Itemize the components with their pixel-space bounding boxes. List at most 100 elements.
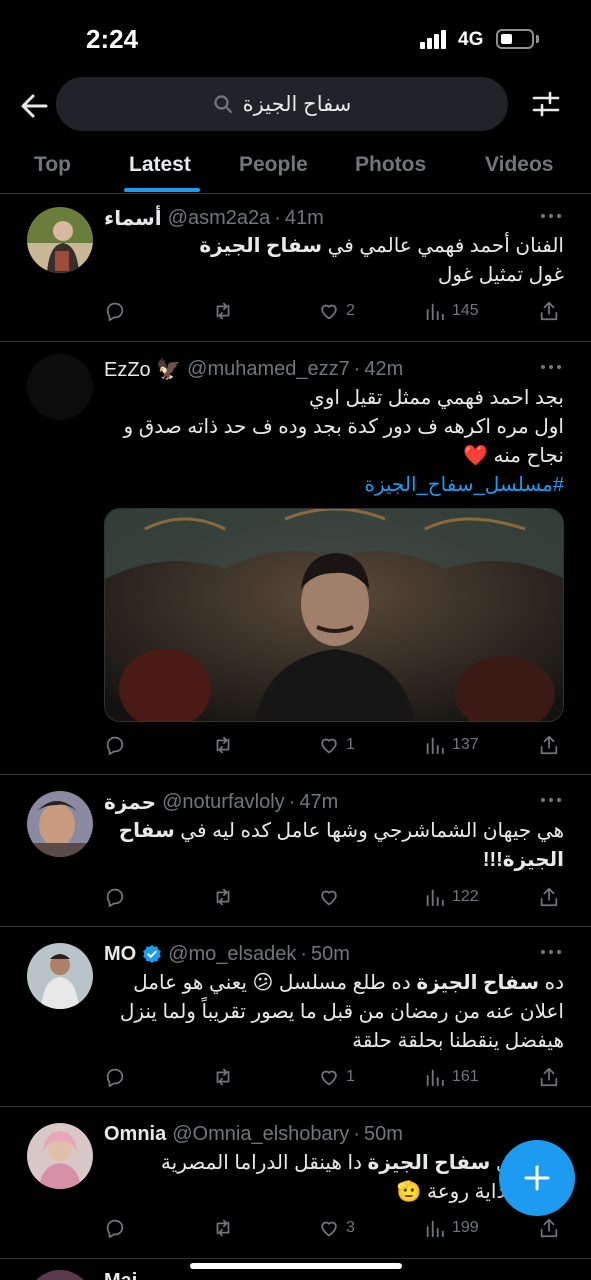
share-button[interactable] xyxy=(538,1214,560,1242)
like-count: 1 xyxy=(346,1068,355,1085)
display-name[interactable]: Omnia xyxy=(104,1123,166,1146)
share-button[interactable] xyxy=(538,731,560,759)
tweet-media-image[interactable] xyxy=(104,508,564,722)
display-name[interactable]: أسماء xyxy=(104,206,162,231)
like-button[interactable]: 1 xyxy=(318,1063,355,1091)
heart-icon xyxy=(321,890,337,906)
status-bar: 2:24 4G xyxy=(0,0,591,72)
reply-button[interactable] xyxy=(104,1063,126,1091)
tweet-time[interactable]: 41m xyxy=(285,207,324,230)
tweet-time[interactable]: 50m xyxy=(311,943,350,966)
back-arrow-icon[interactable] xyxy=(18,90,50,122)
more-options-icon[interactable] xyxy=(539,360,563,372)
like-button[interactable] xyxy=(318,883,340,911)
retweet-icon xyxy=(216,302,230,320)
retweet-button[interactable] xyxy=(212,883,234,911)
share-button[interactable] xyxy=(538,297,560,325)
views-chart-icon xyxy=(426,1220,444,1238)
view-count: 145 xyxy=(452,302,479,319)
view-count: 199 xyxy=(452,1219,479,1236)
tweet[interactable]: حمزة @noturfavloly · 47m هي جيهان الشماش… xyxy=(0,775,591,927)
search-query: سفاح الجيزة xyxy=(242,92,352,116)
views-button[interactable]: 137 xyxy=(424,731,479,759)
view-count: 161 xyxy=(452,1068,479,1085)
like-button[interactable]: 2 xyxy=(318,297,355,325)
tweet-text: هي جيهان الشماشرجي وشها عامل كده ليه في … xyxy=(118,820,564,871)
views-chart-icon xyxy=(426,1069,444,1087)
tab-top[interactable]: Top xyxy=(34,153,71,177)
tweet-time[interactable]: 42m xyxy=(364,358,403,381)
home-indicator[interactable] xyxy=(190,1263,402,1269)
more-options-icon[interactable] xyxy=(539,945,563,957)
avatar[interactable] xyxy=(27,1123,93,1189)
user-handle[interactable]: @asm2a2a xyxy=(168,207,271,230)
share-icon xyxy=(540,1067,558,1087)
user-handle[interactable]: @Omnia_elshobary xyxy=(172,1123,349,1146)
filter-sliders-icon[interactable] xyxy=(531,89,561,119)
views-button[interactable]: 122 xyxy=(424,883,479,911)
user-handle[interactable]: @mo_elsadek xyxy=(168,943,296,966)
tab-videos[interactable]: Videos xyxy=(485,153,553,177)
user-handle[interactable]: @muhamed_ezz7 xyxy=(187,358,350,381)
like-button[interactable]: 1 xyxy=(318,731,355,759)
search-tabs: Top Latest People Photos Videos xyxy=(0,138,591,194)
like-count: 2 xyxy=(346,302,355,319)
compose-tweet-button[interactable] xyxy=(499,1140,575,1216)
share-button[interactable] xyxy=(538,1063,560,1091)
reply-icon xyxy=(106,888,124,908)
like-count: 1 xyxy=(346,736,355,753)
heart-icon xyxy=(321,1070,337,1086)
views-button[interactable]: 199 xyxy=(424,1214,479,1242)
tweet-time[interactable]: 47m xyxy=(299,791,338,814)
reply-icon xyxy=(106,1219,124,1239)
share-button[interactable] xyxy=(538,883,560,911)
more-options-icon[interactable] xyxy=(539,793,563,805)
views-button[interactable]: 145 xyxy=(424,297,479,325)
reply-button[interactable] xyxy=(104,883,126,911)
more-options-icon[interactable] xyxy=(539,209,563,221)
hashtag-link[interactable]: #مسلسل_سفاح_الجيزة xyxy=(104,471,564,500)
tweet-actions: 2 145 xyxy=(104,297,564,325)
tweet-header: حمزة @noturfavloly · 47m xyxy=(104,790,339,815)
reply-button[interactable] xyxy=(104,297,126,325)
like-button[interactable]: 3 xyxy=(318,1214,355,1242)
user-handle[interactable]: @noturfavloly xyxy=(162,791,285,814)
reply-icon xyxy=(106,736,124,756)
avatar[interactable] xyxy=(27,207,93,273)
views-chart-icon xyxy=(426,303,444,321)
tweet-actions: 1 137 xyxy=(104,731,564,759)
tab-latest[interactable]: Latest xyxy=(129,153,191,177)
tweet[interactable]: أسماء @asm2a2a · 41m الفنان أحمد فهمي عا… xyxy=(0,195,591,342)
display-name[interactable]: MO xyxy=(104,943,136,966)
tweet[interactable]: MO @mo_elsadek · 50m ده سفاح الجيزة ده ط… xyxy=(0,927,591,1107)
avatar[interactable] xyxy=(27,354,93,420)
retweet-icon xyxy=(216,888,230,906)
tweet[interactable]: EzZo 🦅 @muhamed_ezz7 · 42m بجد احمد فهمي… xyxy=(0,342,591,775)
tab-people[interactable]: People xyxy=(239,153,308,177)
avatar[interactable] xyxy=(27,791,93,857)
avatar[interactable] xyxy=(27,1270,93,1280)
reply-button[interactable] xyxy=(104,1214,126,1242)
retweet-button[interactable] xyxy=(212,731,234,759)
tweet-time[interactable]: 50m xyxy=(364,1123,403,1146)
retweet-button[interactable] xyxy=(212,297,234,325)
search-input[interactable]: سفاح الجيزة xyxy=(56,77,508,131)
views-chart-icon xyxy=(426,737,444,755)
status-time: 2:24 xyxy=(86,24,139,54)
tab-photos[interactable]: Photos xyxy=(355,153,426,177)
view-count: 137 xyxy=(452,736,479,753)
reply-button[interactable] xyxy=(104,731,126,759)
tweet-text: مسلسل سفاح الجيزة دا هينقل الدراما المصر… xyxy=(160,1152,564,1203)
retweet-button[interactable] xyxy=(212,1214,234,1242)
tweet-actions: 3 199 xyxy=(104,1214,564,1242)
heart-icon xyxy=(321,1221,337,1237)
display-name[interactable]: EzZo 🦅 xyxy=(104,357,181,382)
retweet-button[interactable] xyxy=(212,1063,234,1091)
retweet-icon xyxy=(216,1219,230,1237)
avatar[interactable] xyxy=(27,943,93,1009)
battery-tip xyxy=(536,35,539,43)
network-type: 4G xyxy=(458,29,484,50)
views-button[interactable]: 161 xyxy=(424,1063,479,1091)
tweet-header: MO @mo_elsadek · 50m xyxy=(104,942,350,966)
display-name[interactable]: حمزة xyxy=(104,790,156,815)
